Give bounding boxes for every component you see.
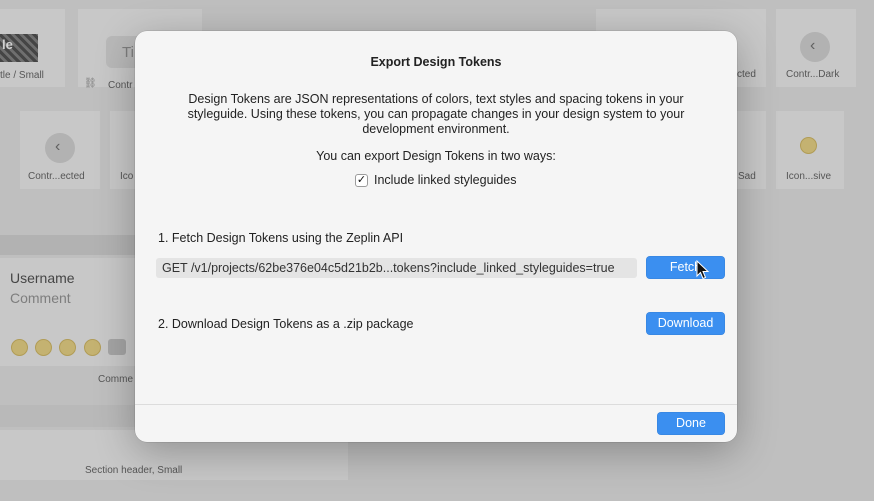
include-linked-styleguides-option[interactable]: ✓ Include linked styleguides [355,173,516,187]
dialog-title: Export Design Tokens [370,55,502,69]
api-endpoint-field[interactable]: GET /v1/projects/62be376e04c5d21b2b...to… [156,258,637,278]
export-ways-text: You can export Design Tokens in two ways… [316,149,556,163]
step-1-label: 1. Fetch Design Tokens using the Zeplin … [158,231,404,245]
include-linked-checkbox[interactable]: ✓ [355,173,368,187]
download-button[interactable]: Download [646,312,725,335]
step-2-label: 2. Download Design Tokens as a .zip pack… [158,317,414,331]
dialog-description: Design Tokens are JSON representations o… [187,92,685,136]
mouse-pointer-icon [696,260,710,280]
fetch-button[interactable]: Fetch [646,256,725,279]
done-button[interactable]: Done [657,412,725,435]
include-linked-label[interactable]: Include linked styleguides [374,173,516,187]
export-design-tokens-dialog: Export Design Tokens Design Tokens are J… [135,31,737,442]
footer-divider [135,404,737,405]
